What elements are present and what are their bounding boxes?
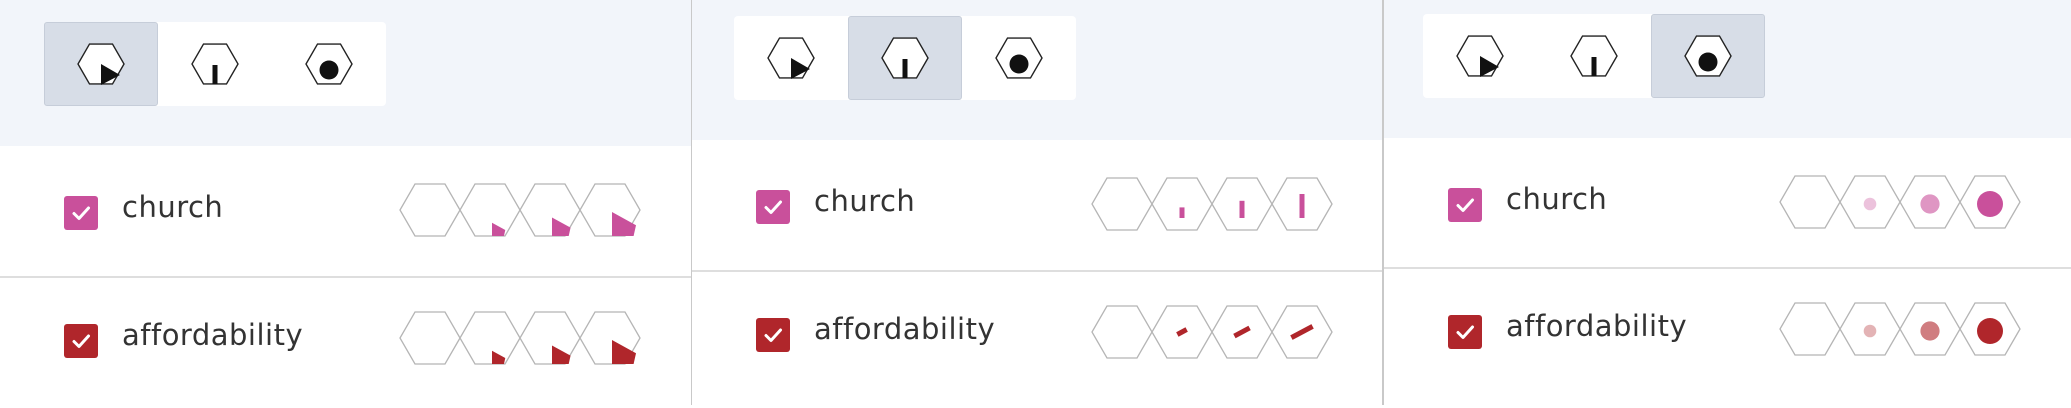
legend-hex-level-1 [459, 311, 521, 365]
wedge-mode-button[interactable] [44, 22, 158, 106]
dot-glyph [319, 60, 339, 80]
legend-hex-level-1 [1839, 175, 1901, 229]
legend-hex-level-1 [1839, 302, 1901, 356]
row-label: affordability [814, 312, 996, 346]
legend-hex-level-3 [1959, 302, 2021, 356]
wedge-mode-button[interactable] [734, 16, 848, 100]
dot-mark [1920, 194, 1940, 214]
legend-row-church: church [0, 146, 692, 276]
church-checkbox[interactable] [1448, 188, 1482, 222]
mode-toolbar [1423, 14, 1765, 98]
legend-hex-level-2 [519, 311, 581, 365]
legend-panel-wedge: church affordability [0, 0, 692, 405]
hex-dot-icon [304, 41, 354, 87]
bar-mark [1179, 207, 1185, 218]
legend-hex-level-1 [1151, 305, 1213, 359]
mode-toolbar [44, 22, 386, 106]
hex-glyph-legend [398, 310, 642, 366]
hex-bar-icon [880, 35, 930, 81]
legend-row-affordability: affordability [1384, 269, 2071, 399]
dot-mark [1977, 191, 2003, 217]
bar-glyph [212, 65, 218, 84]
affordability-checkbox[interactable] [1448, 315, 1482, 349]
bar-glyph [1591, 57, 1597, 76]
panel-header [692, 0, 1384, 140]
legend-row-church: church [1384, 138, 2071, 268]
row-label: church [1506, 182, 1608, 216]
hex-wedge-icon [766, 35, 816, 81]
bar-mode-button[interactable] [1537, 14, 1651, 98]
hex-dot-icon [1683, 33, 1733, 79]
legend-hex-level-3 [1959, 175, 2021, 229]
legend-hex-level-0 [1779, 302, 1841, 356]
row-label: affordability [1506, 309, 1688, 343]
legend-hex-level-2 [1899, 175, 1961, 229]
legend-hex-level-0 [399, 311, 461, 365]
affordability-checkbox[interactable] [64, 324, 98, 358]
check-icon [1456, 198, 1474, 212]
mode-toolbar [734, 16, 1076, 100]
check-icon [72, 334, 90, 348]
legend-hex-level-1 [1151, 177, 1213, 231]
legend-row-church: church [692, 140, 1384, 270]
bar-glyph [902, 59, 908, 78]
wedge-mode-button[interactable] [1423, 14, 1537, 98]
panel-header [0, 0, 692, 146]
hex-bar-icon [1569, 33, 1619, 79]
legend-row-affordability: affordability [692, 272, 1384, 402]
dot-mode-button[interactable] [962, 16, 1076, 100]
dot-mark [1977, 318, 2003, 344]
legend-hex-level-1 [459, 183, 521, 237]
hex-glyph-legend [1090, 176, 1334, 232]
legend-hex-level-2 [1211, 177, 1273, 231]
dot-mark [1920, 321, 1940, 341]
legend-hex-level-0 [399, 183, 461, 237]
panel-header [1384, 0, 2071, 138]
legend-hex-level-3 [1271, 177, 1333, 231]
hex-glyph-legend [1778, 301, 2022, 357]
row-label: church [122, 190, 224, 224]
hex-dot-icon [994, 35, 1044, 81]
hex-glyph-legend [398, 182, 642, 238]
legend-hex-level-3 [1271, 305, 1333, 359]
check-icon [764, 200, 782, 214]
dot-glyph [1009, 54, 1029, 74]
legend-hex-level-3 [579, 183, 641, 237]
legend-panel-bar: church affordability [692, 0, 1384, 405]
hex-wedge-icon [76, 41, 126, 87]
check-icon [1456, 325, 1474, 339]
bar-mark [1239, 200, 1245, 218]
bar-mode-button[interactable] [158, 22, 272, 106]
legend-hex-level-2 [1211, 305, 1273, 359]
legend-panel-dot: church affordability [1384, 0, 2071, 405]
check-icon [764, 328, 782, 342]
dot-mark [1863, 324, 1877, 338]
hex-glyph-legend [1778, 174, 2022, 230]
church-checkbox[interactable] [756, 190, 790, 224]
legend-row-affordability: affordability [0, 278, 692, 408]
legend-hex-level-0 [1779, 175, 1841, 229]
legend-hex-level-0 [1091, 305, 1153, 359]
hex-bar-icon [190, 41, 240, 87]
legend-hex-level-2 [1899, 302, 1961, 356]
bar-mode-button[interactable] [848, 16, 962, 100]
row-label: church [814, 184, 916, 218]
dot-mode-button[interactable] [1651, 14, 1765, 98]
dot-mode-button[interactable] [272, 22, 386, 106]
dot-mark [1863, 197, 1877, 211]
legend-hex-level-0 [1091, 177, 1153, 231]
hex-glyph-legend [1090, 304, 1334, 360]
church-checkbox[interactable] [64, 196, 98, 230]
check-icon [72, 206, 90, 220]
dot-glyph [1698, 52, 1718, 72]
legend-hex-level-3 [579, 311, 641, 365]
hex-wedge-icon [1455, 33, 1505, 79]
bar-mark [1299, 194, 1305, 218]
legend-hex-level-2 [519, 183, 581, 237]
affordability-checkbox[interactable] [756, 318, 790, 352]
row-label: affordability [122, 318, 304, 352]
